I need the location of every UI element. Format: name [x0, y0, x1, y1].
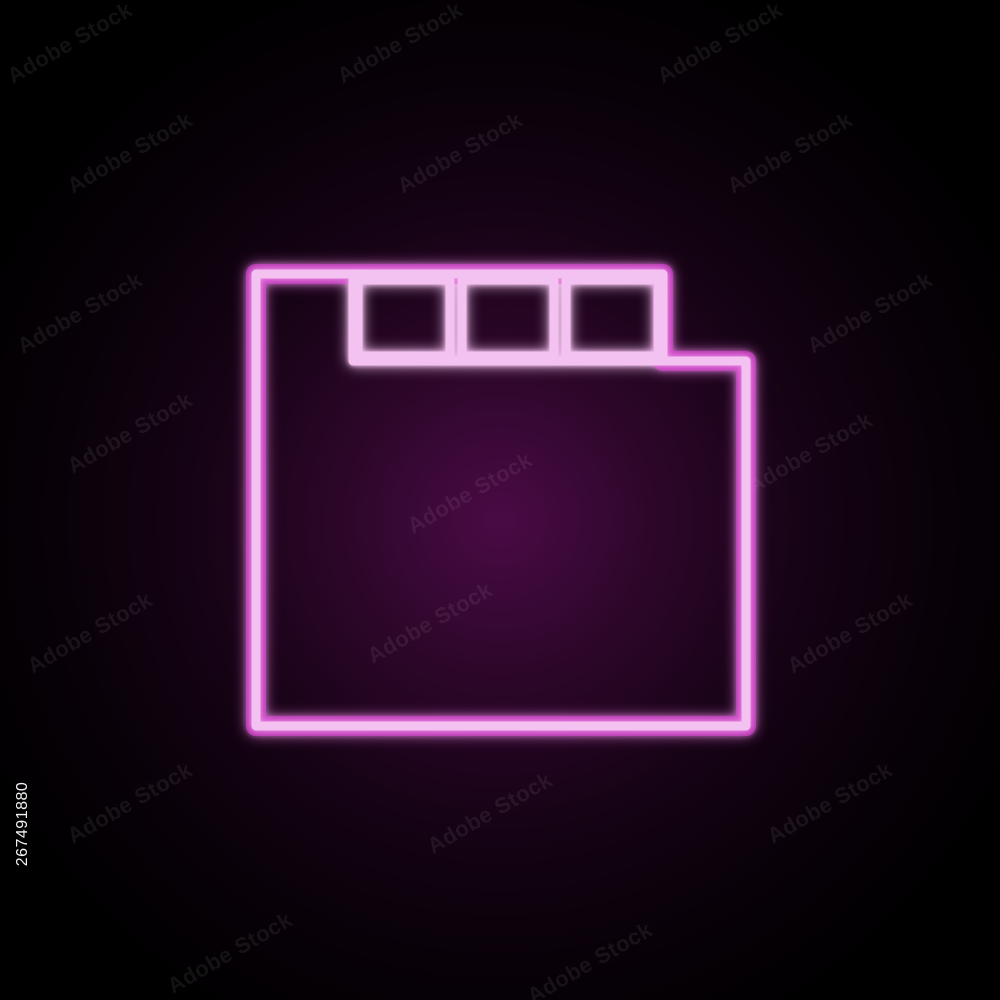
contact-pin-1: [353, 275, 455, 361]
stock-id-label: 267491880: [10, 760, 38, 890]
memory-card-icon: [246, 264, 756, 736]
neon-icon-canvas: Adobe Stock Adobe Stock Adobe Stock Adob…: [0, 0, 1000, 1000]
contact-pin-2: [457, 275, 559, 361]
card-outline-glow: [246, 264, 756, 736]
stock-id-text: 267491880: [14, 781, 31, 867]
contact-pin-3: [561, 275, 663, 361]
card-notch: [348, 269, 668, 366]
